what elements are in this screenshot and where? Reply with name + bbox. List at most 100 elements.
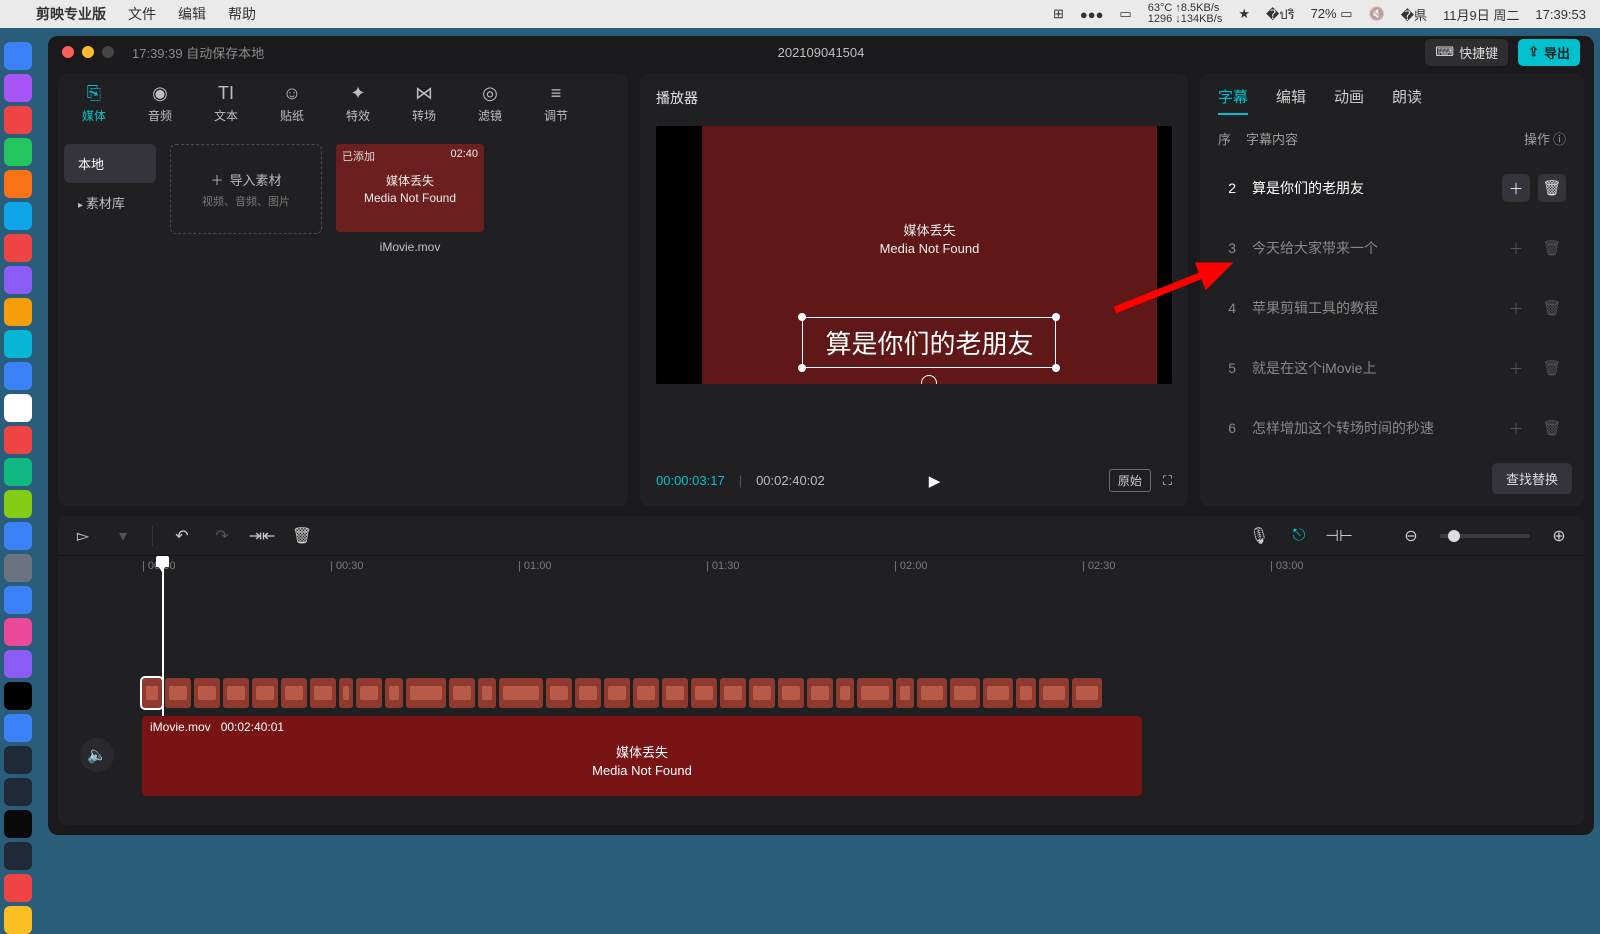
sidebar-library[interactable]: 素材库 bbox=[64, 183, 156, 222]
tool-tab-转场[interactable]: ⋈转场 bbox=[400, 82, 448, 124]
delete-icon[interactable]: 🗑 bbox=[291, 525, 313, 547]
video-track[interactable]: iMovie.mov 00:02:40:01 媒体丢失 Media Not Fo… bbox=[142, 716, 1142, 796]
subtitle-segment[interactable] bbox=[385, 678, 403, 708]
delete-subtitle-icon[interactable]: 🗑 bbox=[1538, 294, 1566, 322]
subtitle-segment[interactable] bbox=[836, 678, 854, 708]
dock-item[interactable] bbox=[4, 554, 32, 582]
dock-item[interactable] bbox=[4, 714, 32, 742]
dock-item[interactable] bbox=[4, 586, 32, 614]
subtitle-bounding-box[interactable]: 算是你们的老朋友 bbox=[802, 317, 1056, 368]
subtitle-track[interactable] bbox=[142, 678, 1570, 708]
subtitle-segment[interactable] bbox=[662, 678, 688, 708]
subtitle-segment[interactable] bbox=[720, 678, 746, 708]
maximize-button[interactable] bbox=[102, 46, 114, 58]
subtitle-segment[interactable] bbox=[142, 678, 162, 708]
subtitle-segment[interactable] bbox=[950, 678, 980, 708]
fullscreen-icon[interactable]: ⛶ bbox=[1163, 473, 1172, 489]
menu-help[interactable]: 帮助 bbox=[228, 4, 256, 24]
dock-item[interactable] bbox=[4, 490, 32, 518]
tool-tab-文本[interactable]: TI文本 bbox=[202, 82, 250, 124]
tab-edit[interactable]: 编辑 bbox=[1276, 86, 1306, 107]
subtitle-segment[interactable] bbox=[252, 678, 278, 708]
mic-icon[interactable]: 🎙 bbox=[1248, 525, 1270, 547]
subtitle-segment[interactable] bbox=[281, 678, 307, 708]
redo-icon[interactable]: ↷ bbox=[211, 525, 233, 547]
tray-battery[interactable]: 72% ▭ bbox=[1311, 6, 1353, 22]
dock-item[interactable] bbox=[4, 202, 32, 230]
dock-item[interactable] bbox=[4, 458, 32, 486]
media-clip[interactable]: 已添加 02:40 媒体丢失 Media Not Found iMovie.mo… bbox=[336, 144, 484, 254]
zoom-out-icon[interactable]: ⊖ bbox=[1400, 525, 1422, 547]
subtitle-segment[interactable] bbox=[449, 678, 475, 708]
dock-item[interactable] bbox=[4, 778, 32, 806]
dock-item[interactable] bbox=[4, 842, 32, 870]
menubar-app-name[interactable]: 剪映专业版 bbox=[36, 4, 106, 24]
split-icon[interactable]: ⇥⇤ bbox=[251, 525, 273, 547]
delete-subtitle-icon[interactable]: 🗑 bbox=[1538, 174, 1566, 202]
dock-item[interactable] bbox=[4, 746, 32, 774]
dock-item[interactable] bbox=[4, 298, 32, 326]
subtitle-row[interactable]: 6 怎样增加这个转场时间的秒速 ＋ 🗑 bbox=[1212, 398, 1572, 457]
subtitle-row[interactable]: 5 就是在这个iMovie上 ＋ 🗑 bbox=[1212, 338, 1572, 398]
dock-item[interactable] bbox=[4, 74, 32, 102]
subtitle-segment[interactable] bbox=[1072, 678, 1102, 708]
tab-subtitle[interactable]: 字幕 bbox=[1218, 86, 1248, 107]
subtitle-segment[interactable] bbox=[546, 678, 572, 708]
tray-wifi-icon[interactable]: �ปริ bbox=[1266, 4, 1295, 25]
subtitle-segment[interactable] bbox=[165, 678, 191, 708]
dock-item[interactable] bbox=[4, 682, 32, 710]
subtitle-segment[interactable] bbox=[575, 678, 601, 708]
subtitle-segment[interactable] bbox=[778, 678, 804, 708]
tray-time[interactable]: 17:39:53 bbox=[1535, 7, 1586, 22]
subtitle-segment[interactable] bbox=[604, 678, 630, 708]
subtitle-segment[interactable] bbox=[339, 678, 353, 708]
add-subtitle-icon[interactable]: ＋ bbox=[1502, 234, 1530, 262]
menu-file[interactable]: 文件 bbox=[128, 4, 156, 24]
dock-item[interactable] bbox=[4, 650, 32, 678]
dock-item[interactable] bbox=[4, 42, 32, 70]
subtitle-segment[interactable] bbox=[983, 678, 1013, 708]
delete-subtitle-icon[interactable]: 🗑 bbox=[1538, 414, 1566, 442]
dock-item[interactable] bbox=[4, 266, 32, 294]
dock-item[interactable] bbox=[4, 618, 32, 646]
dock-item[interactable] bbox=[4, 874, 32, 902]
subtitle-segment[interactable] bbox=[691, 678, 717, 708]
shortcut-button[interactable]: ⌨ 快捷键 bbox=[1425, 39, 1508, 66]
dock-item[interactable] bbox=[4, 522, 32, 550]
dock-item[interactable] bbox=[4, 170, 32, 198]
close-button[interactable] bbox=[62, 46, 74, 58]
rotate-handle-icon[interactable] bbox=[921, 375, 937, 384]
subtitle-segment[interactable] bbox=[857, 678, 893, 708]
track-mute-button[interactable]: 🔈 bbox=[80, 738, 114, 772]
find-replace-button[interactable]: 查找替换 bbox=[1492, 463, 1572, 494]
subtitle-segment[interactable] bbox=[1016, 678, 1036, 708]
tab-read[interactable]: 朗读 bbox=[1392, 86, 1422, 107]
dock-item[interactable] bbox=[4, 810, 32, 838]
subtitle-segment[interactable] bbox=[223, 678, 249, 708]
tool-tab-滤镜[interactable]: ◎滤镜 bbox=[466, 82, 514, 124]
play-button[interactable]: ▶ bbox=[929, 472, 941, 490]
add-subtitle-icon[interactable]: ＋ bbox=[1502, 354, 1530, 382]
menu-edit[interactable]: 编辑 bbox=[178, 4, 206, 24]
sidebar-local[interactable]: 本地 bbox=[64, 144, 156, 183]
undo-icon[interactable]: ↶ bbox=[171, 525, 193, 547]
subtitle-segment[interactable] bbox=[406, 678, 446, 708]
subtitle-row[interactable]: 4 苹果剪辑工具的教程 ＋ 🗑 bbox=[1212, 278, 1572, 338]
dock-item[interactable] bbox=[4, 362, 32, 390]
cursor-tool-icon[interactable]: ▻ bbox=[72, 525, 94, 547]
player-stage[interactable]: 媒体丢失 Media Not Found 算是你们的老朋友 bbox=[656, 126, 1172, 384]
subtitle-segment[interactable] bbox=[478, 678, 496, 708]
tab-animation[interactable]: 动画 bbox=[1334, 86, 1364, 107]
subtitle-row[interactable]: 2 算是你们的老朋友 ＋ 🗑 bbox=[1212, 158, 1572, 218]
tray-mute-icon[interactable]: 🔇 bbox=[1369, 6, 1385, 22]
subtitle-segment[interactable] bbox=[194, 678, 220, 708]
import-media-card[interactable]: ＋ 导入素材 视频、音频、图片 bbox=[170, 144, 322, 234]
tool-tab-音频[interactable]: ◉音频 bbox=[136, 82, 184, 124]
dock-item[interactable] bbox=[4, 426, 32, 454]
tray-grid-icon[interactable]: ⊞ bbox=[1053, 6, 1064, 22]
tool-tab-媒体[interactable]: ⎘媒体 bbox=[70, 82, 118, 124]
tool-tab-特效[interactable]: ✦特效 bbox=[334, 82, 382, 124]
tray-control-center-icon[interactable]: �県 bbox=[1401, 5, 1427, 24]
subtitle-row[interactable]: 3 今天给大家带来一个 ＋ 🗑 bbox=[1212, 218, 1572, 278]
tool-tab-调节[interactable]: ≡调节 bbox=[532, 82, 580, 124]
